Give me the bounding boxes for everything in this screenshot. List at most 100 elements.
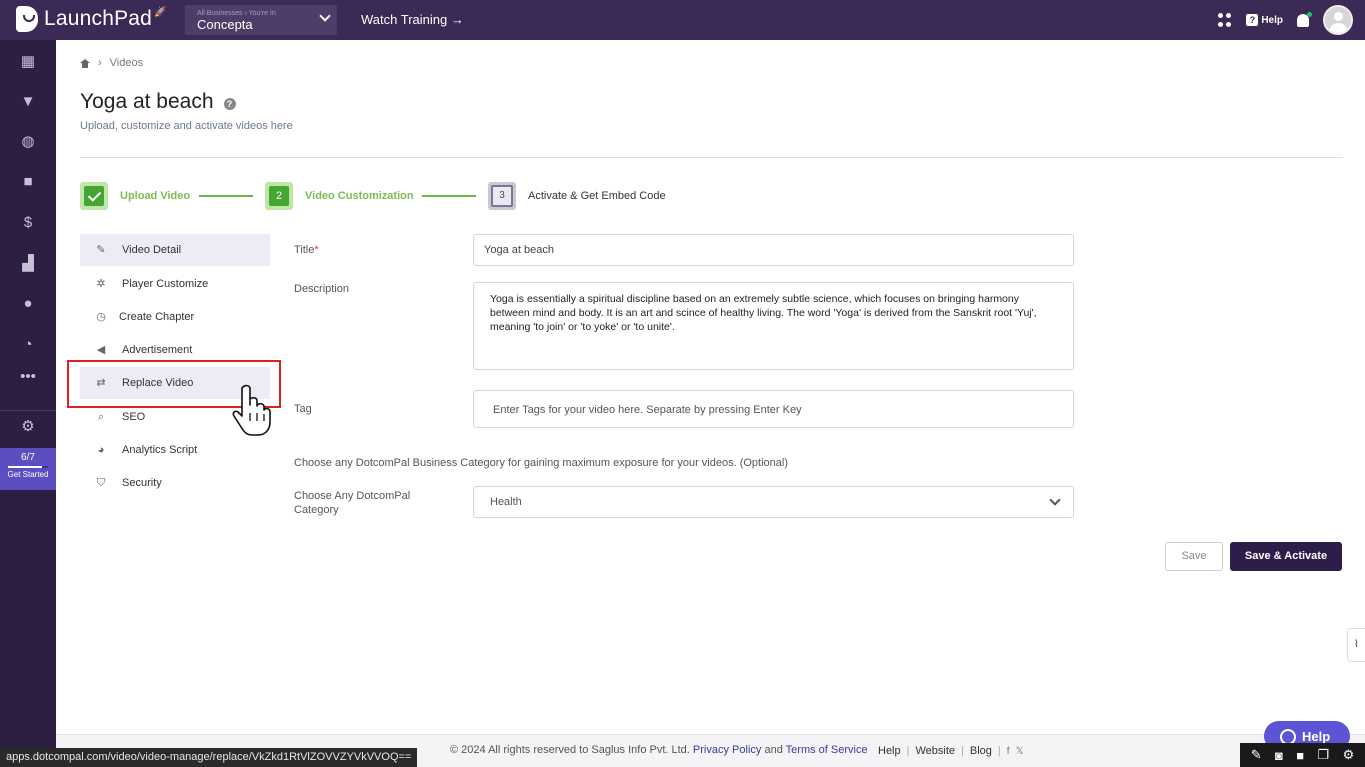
launchpad-logo-icon bbox=[16, 6, 38, 32]
chevron-down-icon bbox=[319, 10, 331, 22]
dashboard-icon[interactable]: ▦ bbox=[20, 54, 36, 70]
footer-help-link[interactable]: Help bbox=[878, 745, 901, 757]
globe-icon[interactable]: ◍ bbox=[20, 134, 36, 150]
title-label: Title* bbox=[294, 244, 319, 256]
menu-item-video-detail[interactable]: ✎ Video Detail bbox=[80, 234, 270, 266]
page-title-text: Yoga at beach bbox=[80, 90, 214, 113]
feedback-tab-icon[interactable]: ⌇ bbox=[1347, 628, 1365, 662]
business-switcher[interactable]: All Businesses › You're In Concepta bbox=[185, 5, 337, 35]
analytics-icon: ◕ bbox=[97, 444, 105, 456]
brand-name: LaunchPad bbox=[44, 7, 153, 30]
megaphone-icon: ◀ bbox=[96, 344, 106, 356]
shield-icon: ⛉ bbox=[96, 477, 106, 489]
menu-item-analytics-script[interactable]: ◕ Analytics Script bbox=[80, 434, 270, 466]
help-button[interactable]: ? Help bbox=[1246, 14, 1283, 26]
gear-icon[interactable]: ⚙ bbox=[20, 419, 36, 435]
terms-link[interactable]: Terms of Service bbox=[786, 744, 868, 756]
progress-bar bbox=[8, 466, 48, 468]
title-input[interactable]: Yoga at beach bbox=[473, 234, 1074, 266]
menu-item-label: Player Customize bbox=[122, 278, 209, 290]
footer-blog-link[interactable]: Blog bbox=[970, 745, 992, 757]
menu-item-player-customize[interactable]: ✲ Player Customize bbox=[80, 268, 270, 300]
bell-icon[interactable] bbox=[1297, 11, 1312, 27]
home-icon[interactable] bbox=[80, 58, 90, 68]
description-textarea[interactable]: Yoga is essentially a spiritual discipli… bbox=[473, 282, 1074, 370]
page-subtitle: Upload, customize and activate videos he… bbox=[80, 120, 293, 132]
tag-label: Tag bbox=[294, 403, 312, 415]
menu-item-label: Advertisement bbox=[122, 344, 193, 356]
privacy-link[interactable]: Privacy Policy bbox=[693, 744, 761, 756]
help-circle-icon[interactable]: ? bbox=[223, 98, 236, 110]
page-title: Yoga at beach ? bbox=[80, 90, 236, 114]
chevron-down-icon bbox=[1049, 494, 1061, 506]
top-bar: LaunchPad 🚀 All Businesses › You're In C… bbox=[0, 0, 1365, 40]
edit-icon: ✎ bbox=[96, 244, 106, 256]
help-label: Help bbox=[1261, 14, 1283, 26]
avatar[interactable] bbox=[1323, 5, 1353, 35]
step-2-badge: 2 bbox=[265, 182, 293, 210]
notification-dot bbox=[1307, 11, 1312, 17]
footer-links: Help | Website | Blog | f 𝕏 bbox=[878, 745, 1024, 757]
step-3-number: 3 bbox=[491, 185, 513, 207]
step-2-number: 2 bbox=[269, 186, 289, 206]
apps-grid-icon[interactable] bbox=[1218, 13, 1232, 27]
breadcrumb-current[interactable]: Videos bbox=[110, 57, 143, 69]
x-twitter-icon[interactable]: 𝕏 bbox=[1016, 746, 1024, 757]
timer-icon: ◷ bbox=[96, 311, 106, 323]
menu-item-label: Security bbox=[122, 477, 162, 489]
step-3-badge: 3 bbox=[488, 182, 516, 210]
chart-icon[interactable]: ▟ bbox=[20, 256, 36, 272]
step-1-label[interactable]: Upload Video bbox=[120, 190, 190, 202]
check-icon bbox=[84, 186, 104, 206]
launchpad-logo[interactable]: LaunchPad 🚀 bbox=[16, 6, 167, 32]
status-bar-url: apps.dotcompal.com/video/video-manage/re… bbox=[0, 748, 418, 767]
menu-item-label: Video Detail bbox=[122, 244, 182, 256]
category-select[interactable]: Health bbox=[473, 486, 1074, 518]
watch-training-link[interactable]: Watch Training → bbox=[361, 12, 464, 27]
funnel-icon[interactable]: ▼ bbox=[20, 94, 36, 110]
gear-icon[interactable]: ⚙ bbox=[1343, 747, 1355, 763]
video-camera-icon[interactable]: ■ bbox=[1296, 748, 1304, 763]
pen-icon[interactable]: ✎ bbox=[1251, 747, 1262, 763]
get-started-label: Get Started bbox=[7, 470, 49, 479]
business-caption: All Businesses › You're In bbox=[197, 10, 276, 17]
step-2-label[interactable]: Video Customization bbox=[305, 190, 414, 202]
camera-icon[interactable]: ◙ bbox=[1275, 748, 1283, 763]
step-3-label[interactable]: Activate & Get Embed Code bbox=[528, 190, 666, 202]
palette-icon: ✲ bbox=[96, 278, 106, 290]
business-name: Concepta bbox=[197, 17, 253, 32]
save-activate-button[interactable]: Save & Activate bbox=[1230, 542, 1342, 571]
menu-item-label: SEO bbox=[122, 411, 146, 423]
hand-cursor-icon bbox=[232, 384, 271, 436]
menu-item-label: Create Chapter bbox=[119, 311, 195, 323]
question-icon: ? bbox=[1246, 14, 1259, 26]
magnifier-icon: ⌕ bbox=[97, 411, 105, 423]
people-icon[interactable]: ● bbox=[20, 296, 36, 312]
progress-count: 6/7 bbox=[21, 452, 35, 463]
facebook-icon[interactable]: f bbox=[1007, 746, 1010, 757]
menu-item-security[interactable]: ⛉ Security bbox=[80, 467, 270, 499]
menu-item-label: Analytics Script bbox=[122, 444, 198, 456]
video-icon[interactable]: ■ bbox=[20, 174, 36, 190]
left-rail: ▦ ▼ ◍ ■ $ ▟ ● ◔ ••• ⚙ 6/7 Get Started bbox=[0, 40, 56, 767]
menu-item-create-chapter[interactable]: ◷ Create Chapter bbox=[80, 301, 270, 333]
tag-input[interactable]: Enter Tags for your video here. Separate… bbox=[473, 390, 1074, 428]
step-connector bbox=[422, 195, 476, 197]
dollar-icon[interactable]: $ bbox=[20, 215, 36, 231]
header-divider bbox=[80, 157, 1343, 158]
description-label: Description bbox=[294, 283, 350, 295]
category-value: Health bbox=[490, 496, 522, 508]
step-connector bbox=[199, 195, 253, 197]
windows-icon[interactable]: ❐ bbox=[1318, 747, 1330, 763]
breadcrumb: › Videos bbox=[80, 57, 143, 69]
progress-fill bbox=[8, 466, 43, 468]
footer-copyright: © 2024 All rights reserved to Saglus Inf… bbox=[450, 744, 868, 756]
category-label: Choose Any DotcomPal Category bbox=[294, 490, 411, 516]
footer-website-link[interactable]: Website bbox=[915, 745, 955, 757]
rocket-icon: 🚀 bbox=[154, 6, 167, 18]
analytics-icon[interactable]: ◔ bbox=[20, 337, 36, 353]
get-started-progress[interactable]: 6/7 Get Started bbox=[0, 448, 56, 490]
more-icon[interactable]: ••• bbox=[20, 369, 36, 385]
save-button[interactable]: Save bbox=[1165, 542, 1223, 571]
step-1-badge bbox=[80, 182, 108, 210]
